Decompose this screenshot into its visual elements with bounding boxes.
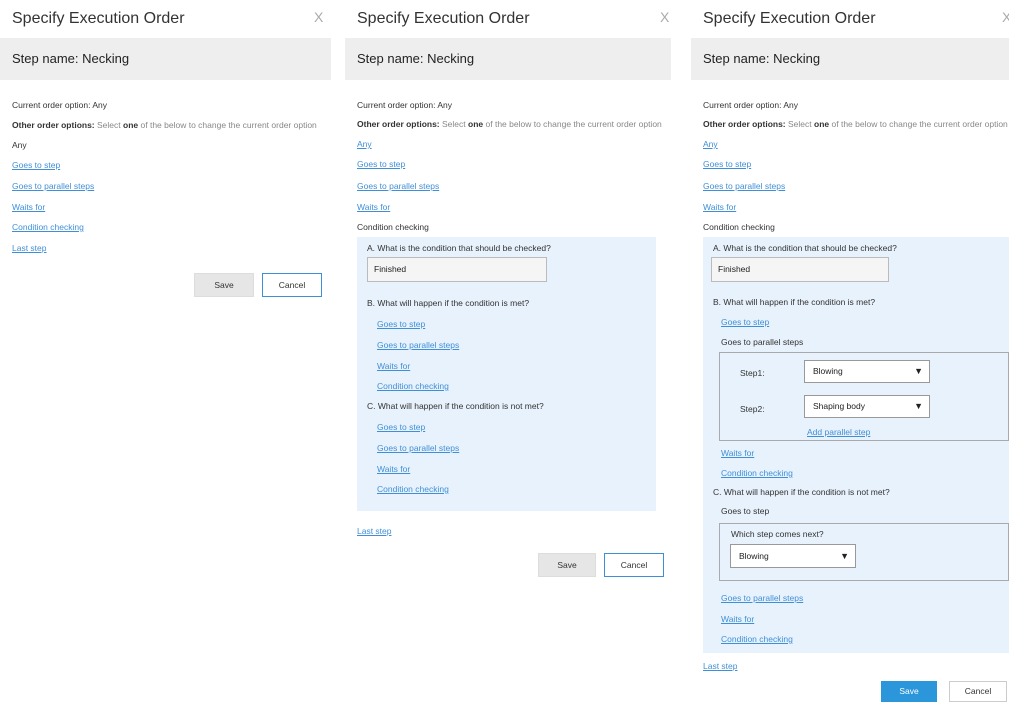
option-waits-for[interactable]: Waits for [12,202,45,212]
option-last-step[interactable]: Last step [703,661,738,671]
save-button[interactable]: Save [881,681,937,702]
option-last-step[interactable]: Last step [357,526,392,536]
dialog-panel-3: Specify Execution Order X Step name: Nec… [691,0,1009,702]
cancel-button[interactable]: Cancel [949,681,1007,702]
step2-select[interactable]: Shaping body ▼ [804,395,930,418]
not-met-waits-for[interactable]: Waits for [721,614,754,624]
other-order-text-pre: Select [97,120,121,130]
condition-checking-heading: Condition checking [357,222,429,232]
parallel-heading: Goes to parallel steps [721,337,804,347]
option-any[interactable]: Any [703,139,718,149]
option-goes-to-parallel[interactable]: Goes to parallel steps [357,181,439,191]
other-order-text-post: of the below to change the current order… [831,119,1008,129]
other-order-text-bold: one [123,120,139,130]
step-name: Step name: Necking [0,38,331,80]
other-order-options: Other order options: Select one of the b… [12,120,317,130]
close-icon[interactable]: X [660,9,669,25]
dialog-title: Specify Execution Order [703,10,876,27]
met-waits-for[interactable]: Waits for [377,361,410,371]
other-order-label: Other order options: [703,119,786,129]
option-goes-to-parallel[interactable]: Goes to parallel steps [12,181,94,191]
dialog-title: Specify Execution Order [12,10,185,27]
chevron-down-icon: ▼ [914,366,923,376]
next-step-select[interactable]: Blowing ▼ [730,544,856,568]
option-condition-checking[interactable]: Condition checking [12,222,84,232]
met-goes-to-step[interactable]: Goes to step [721,317,769,327]
chevron-down-icon: ▼ [914,401,923,411]
question-b: B. What will happen if the condition is … [713,297,876,307]
next-step-question: Which step comes next? [731,529,824,539]
current-order: Current order option: Any [357,100,452,110]
not-met-goes-to-parallel[interactable]: Goes to parallel steps [377,443,459,453]
option-waits-for[interactable]: Waits for [703,202,736,212]
goes-to-step-heading: Goes to step [721,506,770,516]
parallel-steps-frame: Step1: Blowing ▼ Step2: Shaping body ▼ A… [719,352,1009,441]
met-waits-for[interactable]: Waits for [721,448,754,458]
save-button[interactable]: Save [194,273,254,297]
option-last-step[interactable]: Last step [12,243,47,253]
step2-value: Shaping body [813,401,865,411]
condition-checking-heading: Condition checking [703,222,775,232]
next-step-value: Blowing [739,551,769,561]
step-name: Step name: Necking [345,38,671,80]
option-goes-to-parallel[interactable]: Goes to parallel steps [703,181,785,191]
dialog-panel-1: Specify Execution Order X Step name: Nec… [0,0,331,702]
met-goes-to-step[interactable]: Goes to step [377,319,425,329]
condition-input[interactable]: Finished [367,257,547,282]
step-name: Step name: Necking [691,38,1009,80]
option-any-current: Any [12,140,27,150]
question-a: A. What is the condition that should be … [367,243,551,253]
option-goes-to-step[interactable]: Goes to step [703,159,751,169]
met-condition-checking[interactable]: Condition checking [721,468,793,478]
other-order-options: Other order options: Select one of the b… [703,119,1008,129]
condition-input[interactable]: Finished [711,257,889,282]
other-order-options: Other order options: Select one of the b… [357,119,662,129]
option-goes-to-step[interactable]: Goes to step [12,160,60,170]
close-icon[interactable]: X [314,9,323,25]
not-met-condition-checking[interactable]: Condition checking [377,484,449,494]
step1-select[interactable]: Blowing ▼ [804,360,930,383]
dialog-title: Specify Execution Order [357,10,530,27]
chevron-down-icon: ▼ [840,551,849,561]
not-met-goes-to-parallel[interactable]: Goes to parallel steps [721,593,803,603]
met-goes-to-parallel[interactable]: Goes to parallel steps [377,340,459,350]
met-condition-checking[interactable]: Condition checking [377,381,449,391]
not-met-waits-for[interactable]: Waits for [377,464,410,474]
current-order: Current order option: Any [12,100,107,110]
question-c: C. What will happen if the condition is … [713,487,890,497]
cancel-button[interactable]: Cancel [262,273,322,297]
condition-panel: A. What is the condition that should be … [703,237,1009,653]
cancel-button[interactable]: Cancel [604,553,664,577]
close-icon[interactable]: X [1002,9,1009,25]
option-waits-for[interactable]: Waits for [357,202,390,212]
goes-to-step-frame: Which step comes next? Blowing ▼ [719,523,1009,581]
step2-label: Step2: [740,404,765,414]
current-order: Current order option: Any [703,100,798,110]
step1-label: Step1: [740,368,765,378]
dialog-panel-2: Specify Execution Order X Step name: Nec… [345,0,671,702]
other-order-label: Other order options: [357,119,440,129]
other-order-text-post: of the below to change the current order… [485,119,662,129]
other-order-text-pre: Select [442,119,466,129]
other-order-text-bold: one [468,119,484,129]
save-button[interactable]: Save [538,553,596,577]
add-parallel-step-link[interactable]: Add parallel step [807,427,870,437]
not-met-goes-to-step[interactable]: Goes to step [377,422,425,432]
other-order-text-bold: one [814,119,830,129]
question-a: A. What is the condition that should be … [713,243,897,253]
other-order-label: Other order options: [12,120,95,130]
not-met-condition-checking[interactable]: Condition checking [721,634,793,644]
question-c: C. What will happen if the condition is … [367,401,544,411]
option-any[interactable]: Any [357,139,372,149]
other-order-text-pre: Select [788,119,812,129]
condition-panel: A. What is the condition that should be … [357,237,656,511]
option-goes-to-step[interactable]: Goes to step [357,159,405,169]
other-order-text-post: of the below to change the current order… [140,120,317,130]
question-b: B. What will happen if the condition is … [367,298,530,308]
step1-value: Blowing [813,366,843,376]
